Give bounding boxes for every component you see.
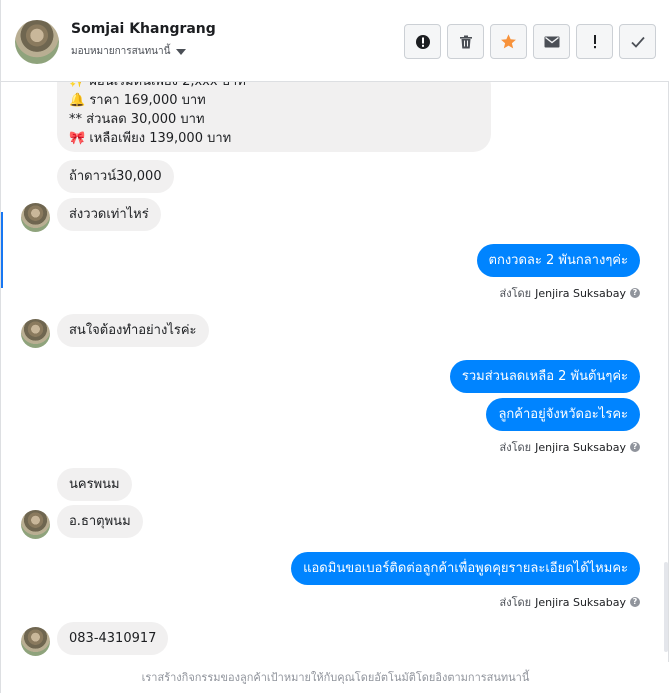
unread-indicator [1, 212, 3, 288]
help-icon[interactable]: ? [630, 442, 640, 452]
check-icon [630, 36, 645, 48]
message-bubble-incoming[interactable]: ส่งววดเท่าไหร่ [57, 198, 161, 231]
sent-by-prefix: ส่งโดย [499, 441, 532, 454]
sent-by-label: ส่งโดย Jenjira Suksabay ? [500, 438, 640, 456]
contact-avatar-small [21, 319, 50, 348]
assign-conversation-dropdown[interactable]: มอบหมายการสนทนานี้ [71, 44, 187, 59]
message-bubble-incoming[interactable]: 083-4310917 [57, 622, 169, 655]
contact-avatar[interactable] [15, 20, 59, 64]
sent-by-prefix: ส่งโดย [499, 287, 532, 300]
message-bubble-outgoing[interactable]: แอดมินขอเบอร์ติดต่อลูกค้าเพื่อพูดคุยรายล… [291, 552, 640, 585]
help-icon[interactable]: ? [630, 288, 640, 298]
message-line: 🔔 ราคา 169,000 บาท [69, 93, 206, 108]
help-icon[interactable]: ? [630, 597, 640, 607]
header-actions [404, 24, 656, 59]
message-bubble-incoming[interactable]: นครพนม [57, 468, 132, 501]
trash-icon [459, 35, 472, 48]
mark-spam-button[interactable] [404, 24, 441, 59]
message-line: 🎀 เหลือเพียง 139,000 บาท [69, 131, 232, 146]
star-icon [501, 34, 516, 49]
assign-label: มอบหมายการสนทนานี้ [71, 46, 171, 57]
sent-by-prefix: ส่งโดย [499, 596, 532, 609]
message-line: ** ส่วนลด 30,000 บาท [69, 112, 205, 127]
contact-avatar-small [21, 627, 50, 656]
message-bubble-incoming[interactable]: ถ้าดาวน์30,000 [57, 160, 174, 193]
conversation-panel: Somjai Khangrang มอบหมายการสนทนานี้ 🔔 รา… [0, 0, 669, 693]
message-bubble-incoming[interactable]: สนใจต้องทำอย่างไรค่ะ [57, 314, 209, 347]
caret-down-icon [176, 48, 187, 55]
star-button[interactable] [490, 24, 527, 59]
delete-button[interactable] [447, 24, 484, 59]
message-bubble-incoming[interactable]: ✨ ผ่อนเริ่มต้นเพียง 2,xxx บาท 🔔 ราคา 169… [57, 82, 491, 152]
message-bubble-incoming[interactable]: อ.ธาตุพนม [57, 505, 143, 538]
mark-unread-button[interactable] [533, 24, 570, 59]
agent-name[interactable]: Jenjira Suksabay [535, 287, 626, 300]
contact-name[interactable]: Somjai Khangrang [71, 21, 216, 37]
exclamation-icon [593, 34, 596, 48]
sent-by-label: ส่งโดย Jenjira Suksabay ? [500, 593, 640, 611]
message-thread[interactable]: ✨ ผ่อนเริ่มต้นเพียง 2,xxx บาท 🔔 ราคา 169… [1, 82, 669, 662]
footer-notice: เราสร้างกิจกรรมของลูกค้าเป้าหมายให้กับคุ… [1, 662, 669, 693]
message-bubble-outgoing[interactable]: ตกงวดละ 2 พันกลางๆค่ะ [476, 244, 640, 277]
sent-by-label: ส่งโดย Jenjira Suksabay ? [500, 284, 640, 302]
message-line: ✨ ผ่อนเริ่มต้นเพียง 2,xxx บาท [69, 82, 479, 91]
alert-circle-icon [415, 34, 430, 49]
agent-name[interactable]: Jenjira Suksabay [535, 441, 626, 454]
envelope-icon [544, 36, 559, 47]
conversation-header: Somjai Khangrang มอบหมายการสนทนานี้ [1, 0, 669, 82]
message-bubble-outgoing[interactable]: รวมส่วนลดเหลือ 2 พันต้นๆค่ะ [449, 360, 640, 393]
follow-up-button[interactable] [576, 24, 613, 59]
mark-done-button[interactable] [619, 24, 656, 59]
message-bubble-outgoing[interactable]: ลูกค้าอยู่จังหวัดอะไรคะ [486, 398, 640, 431]
contact-avatar-small [21, 510, 50, 539]
thread-scrollbar[interactable] [664, 562, 668, 652]
contact-avatar-small [21, 203, 50, 232]
agent-name[interactable]: Jenjira Suksabay [535, 596, 626, 609]
